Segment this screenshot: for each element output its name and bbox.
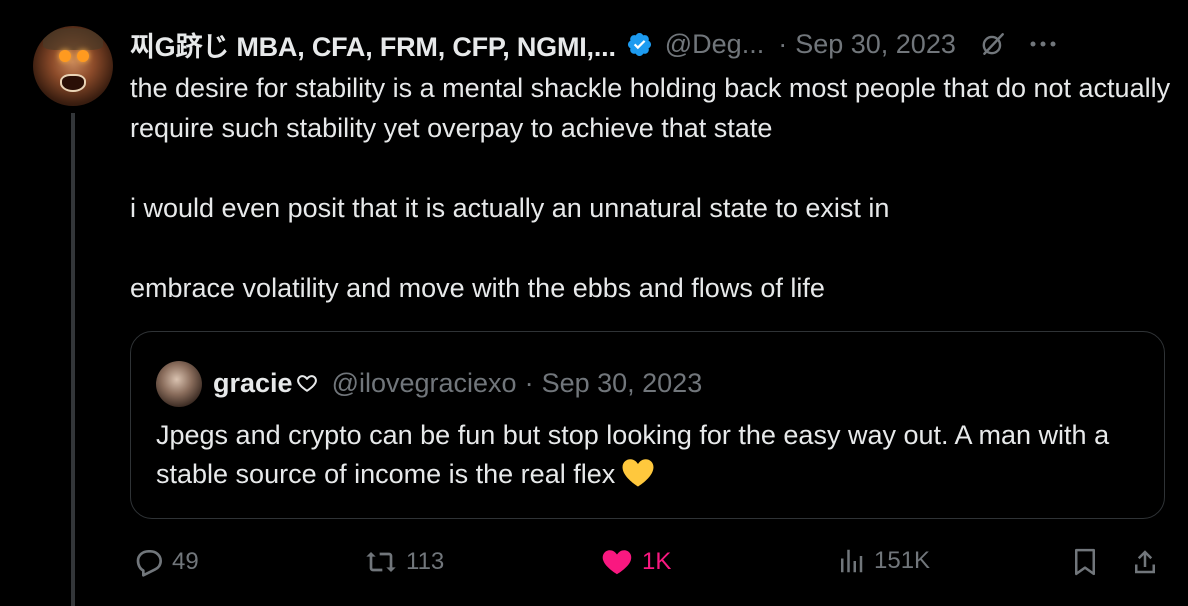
like-button[interactable]: 1K bbox=[600, 546, 671, 578]
author-handle[interactable]: @Deg... bbox=[665, 29, 764, 60]
avatar-eye-left bbox=[59, 50, 71, 62]
repost-button[interactable]: 113 bbox=[364, 546, 444, 578]
reply-count: 49 bbox=[172, 548, 199, 575]
author-avatar[interactable] bbox=[33, 26, 113, 106]
white-heart-icon bbox=[296, 372, 318, 394]
more-icon[interactable] bbox=[1028, 31, 1058, 57]
tweet-paragraph: i would even posit that it is actually a… bbox=[130, 193, 890, 223]
tweet-body: the desire for stability is a mental sha… bbox=[130, 68, 1180, 308]
tweet-paragraph: the desire for stability is a mental sha… bbox=[130, 73, 1171, 143]
repost-count: 113 bbox=[406, 548, 445, 575]
tweet-header: 찌G跻じ MBA, CFA, FRM, CFP, NGMI,... @Deg..… bbox=[130, 24, 1058, 64]
verified-badge-icon[interactable] bbox=[626, 31, 653, 58]
yellow-heart-emoji bbox=[621, 458, 655, 488]
author-name[interactable]: 찌G跻じ MBA, CFA, FRM, CFP, NGMI,... bbox=[130, 25, 616, 64]
share-button[interactable] bbox=[1130, 546, 1160, 578]
share-icon bbox=[1130, 546, 1160, 578]
repost-icon bbox=[364, 546, 398, 578]
quote-header: gracie @ilovegraciexo · Sep 30, 2023 bbox=[213, 366, 702, 400]
views-count: 151K bbox=[874, 547, 931, 574]
quote-author-avatar[interactable] bbox=[156, 361, 202, 407]
like-icon bbox=[600, 546, 634, 578]
quote-author-handle[interactable]: @ilovegraciexo bbox=[332, 368, 517, 399]
thread-line bbox=[71, 113, 75, 606]
avatar-helmet bbox=[43, 28, 103, 50]
quote-author-name[interactable]: gracie bbox=[213, 368, 293, 399]
tweet-paragraph: embrace volatility and move with the ebb… bbox=[130, 273, 825, 303]
quote-separator: · bbox=[524, 367, 534, 398]
quote-text: Jpegs and crypto can be fun but stop loo… bbox=[156, 416, 1146, 494]
grok-icon[interactable] bbox=[980, 31, 1006, 57]
bookmark-button[interactable] bbox=[1070, 546, 1100, 578]
reply-icon bbox=[132, 546, 164, 578]
avatar-mouth bbox=[60, 74, 86, 92]
tweet-date[interactable]: Sep 30, 2023 bbox=[795, 29, 956, 60]
quote-tweet-card[interactable]: gracie @ilovegraciexo · Sep 30, 2023 Jpe… bbox=[130, 331, 1165, 519]
like-count: 1K bbox=[642, 548, 672, 575]
bookmark-icon bbox=[1070, 546, 1100, 578]
header-separator: · bbox=[778, 28, 788, 59]
reply-button[interactable]: 49 bbox=[132, 546, 199, 578]
tweet-actions: 49 113 1K 151K bbox=[0, 540, 1188, 590]
views-button[interactable]: 151K bbox=[836, 546, 930, 576]
avatar-eye-right bbox=[77, 50, 89, 62]
views-icon bbox=[836, 546, 866, 576]
quote-date[interactable]: Sep 30, 2023 bbox=[542, 368, 703, 399]
